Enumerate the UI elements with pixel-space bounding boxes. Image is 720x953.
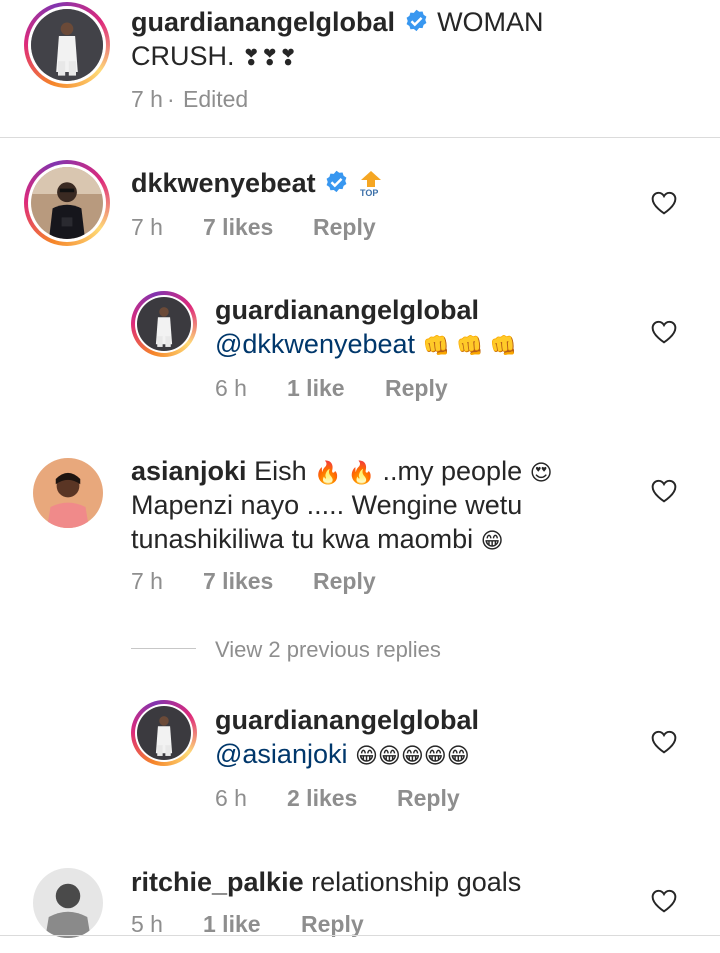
caption-line2: CRUSH. ❣❣❣	[131, 40, 297, 74]
likes-count[interactable]: 1 like	[287, 375, 345, 402]
avatar[interactable]	[24, 160, 110, 246]
comment-username[interactable]: dkkwenyebeat	[131, 168, 316, 198]
reply-time: 6 h	[215, 375, 247, 401]
comment-username[interactable]: asianjoki	[131, 456, 247, 486]
reply-meta: 6 h 2 likes Reply	[215, 785, 515, 813]
reply-username[interactable]: guardianangelglobal	[215, 705, 479, 735]
comment-text-line1: asianjoki Eish 🔥 🔥 ..my people 😍	[131, 455, 553, 489]
likes-count[interactable]: 1 like	[203, 911, 261, 938]
grin-emoji: 😁	[480, 528, 504, 553]
up-arrow-icon	[361, 171, 381, 187]
heart-eyes-emoji: 😍	[529, 460, 553, 485]
comment-username[interactable]: ritchie_palkie	[131, 867, 304, 897]
caption-text-line2: CRUSH.	[131, 41, 243, 71]
likes-count[interactable]: 7 likes	[203, 214, 273, 241]
avatar[interactable]	[131, 700, 197, 766]
like-heart-icon[interactable]	[651, 191, 677, 215]
caption-separator: ·	[167, 86, 175, 112]
verified-icon	[406, 9, 426, 32]
comment-text: relationship goals	[311, 867, 522, 897]
mention-link[interactable]: @dkkwenyebeat	[215, 329, 415, 359]
caption-time: 7 h	[131, 86, 163, 112]
reply-button[interactable]: Reply	[313, 214, 376, 241]
grin-emoji: 😁😁😁😁😁	[354, 743, 470, 768]
comment-text-line2: Mapenzi nayo ..... Wengine wetu	[131, 490, 523, 520]
caption-meta: 7 h · Edited	[131, 86, 331, 114]
reply-button[interactable]: Reply	[397, 785, 460, 812]
avatar-photo	[31, 167, 103, 239]
avatar-photo	[137, 706, 191, 760]
comment-text-line1: ritchie_palkie relationship goals	[131, 866, 521, 899]
reply-button[interactable]: Reply	[301, 911, 364, 938]
caption-edited: Edited	[183, 86, 249, 112]
caption-text-line1: WOMAN	[437, 7, 544, 37]
reply-username-line: guardianangelglobal	[215, 294, 479, 327]
view-previous-replies[interactable]: View 2 previous replies	[215, 637, 441, 663]
comment-text: Eish	[254, 456, 315, 486]
reply-username-line: guardianangelglobal	[215, 704, 479, 737]
like-heart-icon[interactable]	[651, 889, 677, 913]
avatar[interactable]	[33, 868, 103, 938]
comment-meta: 7 h 7 likes Reply	[131, 214, 431, 242]
reply-time: 6 h	[215, 785, 247, 811]
top-badge: TOP	[357, 170, 385, 200]
like-heart-icon[interactable]	[651, 320, 677, 344]
caption-divider	[0, 137, 720, 138]
verified-icon	[326, 170, 347, 193]
avatar-photo	[31, 9, 103, 81]
avatar[interactable]	[131, 291, 197, 357]
comment-text: tunashikiliwa tu kwa maombi	[131, 524, 481, 554]
reply-text: @dkkwenyebeat 👊 👊 👊	[215, 328, 517, 362]
fire-emoji: 🔥 🔥	[314, 460, 376, 485]
caption-line1: guardianangelglobal WOMAN	[131, 6, 544, 39]
fist-emoji: 👊 👊 👊	[422, 333, 517, 358]
caption-username[interactable]: guardianangelglobal	[131, 7, 395, 37]
likes-count[interactable]: 2 likes	[287, 785, 357, 812]
avatar-photo	[33, 458, 103, 528]
comment-text-line3: tunashikiliwa tu kwa maombi 😁	[131, 523, 504, 557]
mention-link[interactable]: @asianjoki	[215, 739, 347, 769]
reply-button[interactable]: Reply	[313, 568, 376, 595]
comment-time: 7 h	[131, 214, 163, 240]
like-heart-icon[interactable]	[651, 479, 677, 503]
avatar[interactable]	[33, 458, 103, 528]
avatar-photo	[33, 868, 103, 938]
reply-button[interactable]: Reply	[385, 375, 448, 402]
bottom-divider	[0, 935, 720, 936]
likes-count[interactable]: 7 likes	[203, 568, 273, 595]
comment-text: ..my people	[375, 456, 530, 486]
comment-time: 5 h	[131, 911, 163, 937]
reply-text: @asianjoki 😁😁😁😁😁	[215, 738, 470, 772]
comment-time: 7 h	[131, 568, 163, 594]
heart-exclamation-emoji: ❣❣❣	[242, 45, 298, 70]
comment-meta: 7 h 7 likes Reply	[131, 568, 431, 596]
top-badge-label: TOP	[360, 188, 379, 198]
reply-meta: 6 h 1 like Reply	[215, 375, 515, 403]
like-heart-icon[interactable]	[651, 730, 677, 754]
comment-header: dkkwenyebeat	[131, 167, 350, 200]
reply-username[interactable]: guardianangelglobal	[215, 295, 479, 325]
view-replies-line	[131, 648, 196, 649]
avatar-photo	[137, 297, 191, 351]
avatar[interactable]	[24, 2, 110, 88]
